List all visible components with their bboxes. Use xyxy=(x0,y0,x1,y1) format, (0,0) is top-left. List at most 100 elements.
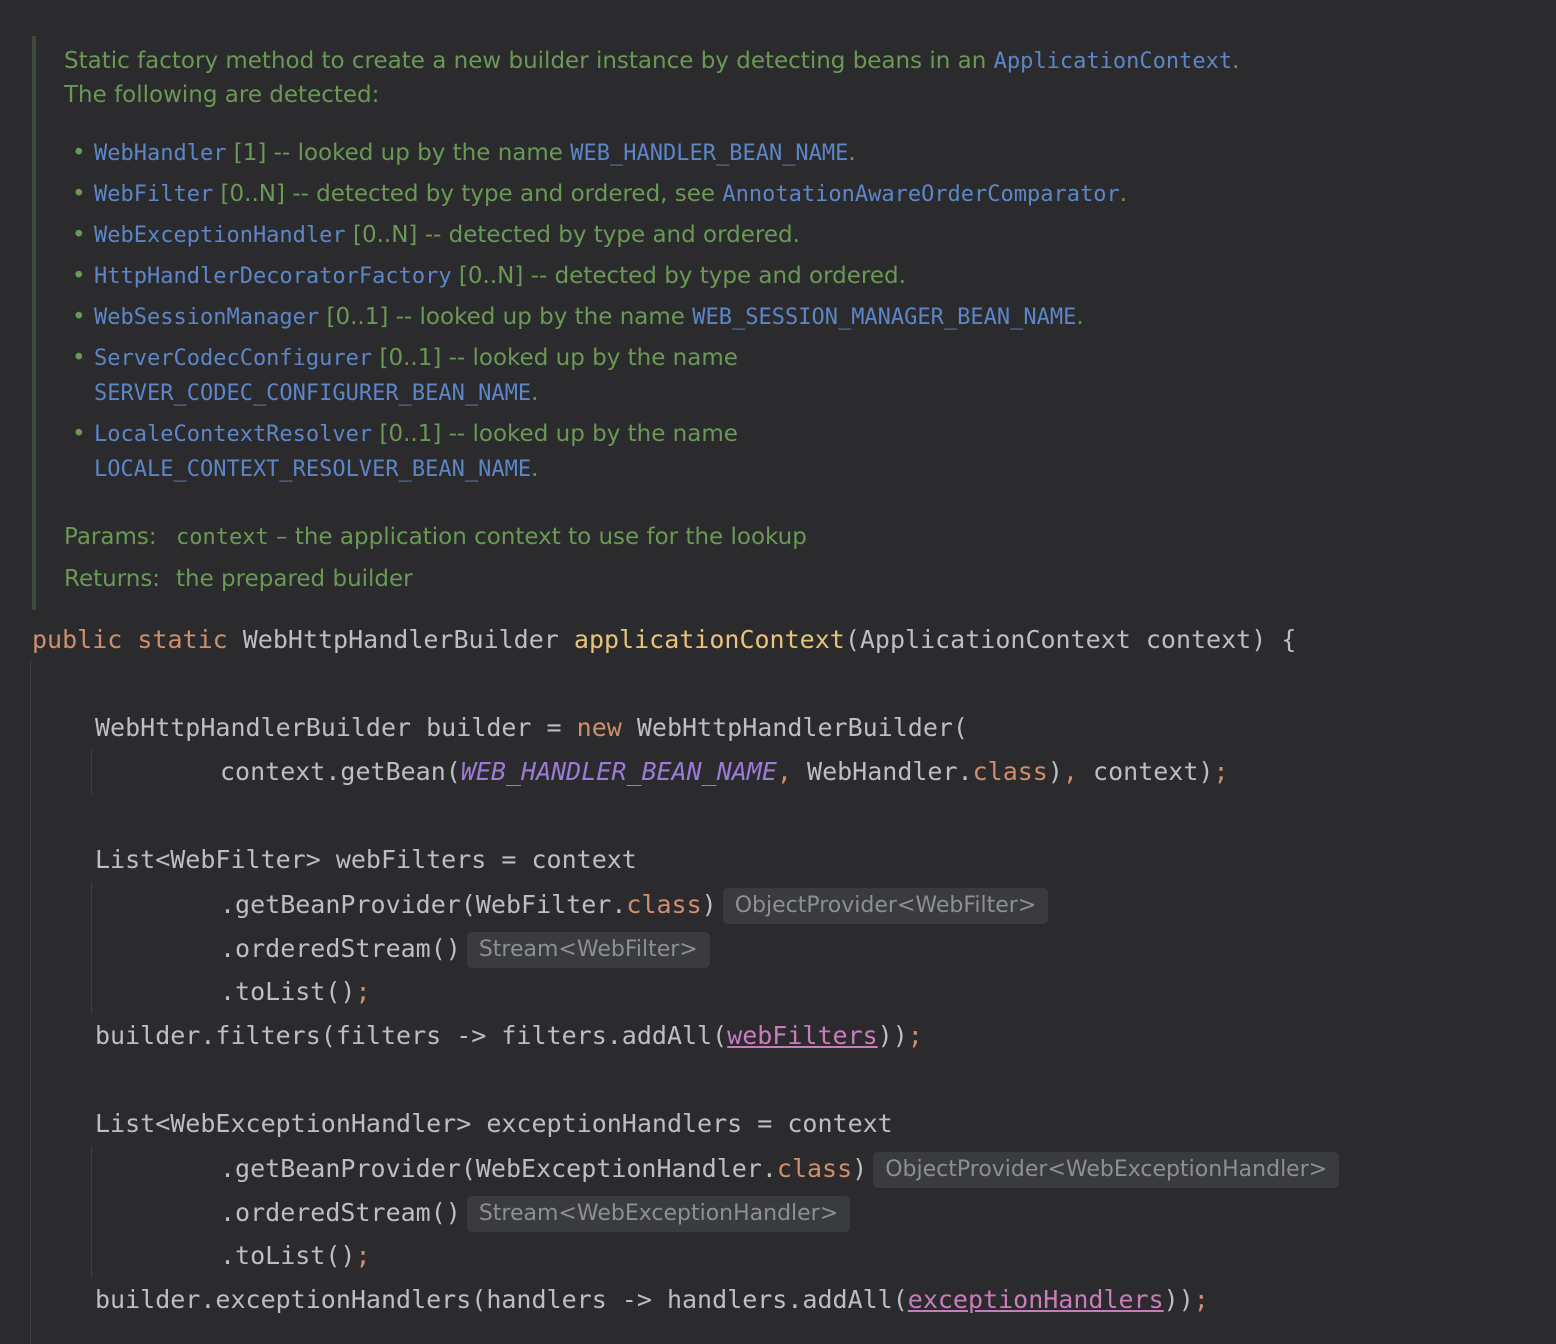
keyword-static: static xyxy=(137,625,228,654)
list-item-text: [0..1] -- looked up by the name xyxy=(372,345,738,371)
code-line[interactable]: builder.exceptionHandlers(handlers -> ha… xyxy=(95,1284,1209,1316)
variable-ref[interactable]: exceptionHandlers xyxy=(908,1285,1164,1314)
code-text: .orderedStream() xyxy=(220,934,461,963)
list-item-end: . xyxy=(531,380,539,406)
keyword-new: new xyxy=(576,713,622,742)
punctuation: ; xyxy=(355,1241,371,1270)
code-text: WebHandler. xyxy=(791,757,973,786)
code-text: context.getBean( xyxy=(220,757,461,786)
variable-ref[interactable]: webFilters xyxy=(727,1021,878,1050)
doc-link[interactable]: AnnotationAwareOrderComparator xyxy=(722,182,1119,207)
doc-link[interactable]: WebSessionManager xyxy=(94,305,319,330)
type-inlay-hint: ObjectProvider<WebFilter> xyxy=(722,888,1049,924)
code-text: WebHttpHandlerBuilder builder = xyxy=(95,713,577,742)
doc-link[interactable]: SERVER_CODEC_CONFIGURER_BEAN_NAME xyxy=(94,381,531,406)
code-text: builder.filters(filters -> filters.addAl… xyxy=(95,1021,728,1050)
list-item-end: . xyxy=(848,140,856,166)
type-inlay-hint: Stream<WebFilter> xyxy=(466,932,710,968)
constant-ref: WEB_HANDLER_BEAN_NAME xyxy=(460,757,777,786)
indent-guide xyxy=(91,882,92,1014)
doc-link[interactable]: ServerCodecConfigurer xyxy=(94,346,372,371)
method-params: (ApplicationContext context) { xyxy=(844,625,1297,654)
code-line[interactable]: .getBeanProvider(WebExceptionHandler.cla… xyxy=(220,1152,1340,1188)
doc-link[interactable]: WebExceptionHandler xyxy=(94,223,346,248)
code-text: .getBeanProvider(WebExceptionHandler. xyxy=(220,1154,777,1183)
doc-intro-text: Static factory method to create a new bu… xyxy=(64,48,994,74)
indent-guide xyxy=(91,750,92,794)
indent-guide xyxy=(30,660,31,1344)
keyword-public: public xyxy=(32,625,123,654)
code-line[interactable]: WebHttpHandlerBuilder builder = new WebH… xyxy=(95,712,968,744)
indent-guide xyxy=(91,1146,92,1278)
keyword-class: class xyxy=(776,1154,853,1183)
code-text: WebHttpHandlerBuilder( xyxy=(621,713,968,742)
code-text: )) xyxy=(1163,1285,1194,1314)
code-line[interactable]: .getBeanProvider(WebFilter.class) ObjectP… xyxy=(220,888,1049,924)
punctuation: , xyxy=(776,757,792,786)
code-editor[interactable]: Static factory method to create a new bu… xyxy=(0,0,1556,1344)
return-type: WebHttpHandlerBuilder xyxy=(242,625,559,654)
rendered-doc-comment: Static factory method to create a new bu… xyxy=(32,36,1436,610)
list-item-text: [0..N] -- detected by type and ordered, … xyxy=(213,181,723,207)
list-item-text: [0..N] -- detected by type and ordered. xyxy=(345,222,800,248)
list-item-end: . xyxy=(1076,304,1084,330)
list-item-text: [0..1] -- looked up by the name xyxy=(372,421,738,447)
doc-detected-list: • WebHandler [1] -- looked up by the name… xyxy=(72,136,1127,493)
code-text: .orderedStream() xyxy=(220,1198,461,1227)
list-item: • LocaleContextResolver [0..1] -- looked … xyxy=(72,421,738,482)
code-text: ) xyxy=(852,1154,868,1183)
doc-link[interactable]: HttpHandlerDecoratorFactory xyxy=(94,264,452,289)
punctuation: , xyxy=(1062,757,1078,786)
doc-intro-period: . xyxy=(1232,48,1240,74)
doc-link[interactable]: WebHandler xyxy=(94,141,226,166)
code-line[interactable]: List<WebFilter> webFilters = context xyxy=(95,844,637,876)
doc-intro-line-2: The following are detected: xyxy=(64,82,380,108)
code-line[interactable]: .toList(); xyxy=(220,1240,371,1272)
doc-param-name: context xyxy=(176,525,269,550)
code-line[interactable]: .orderedStream() Stream<WebFilter> xyxy=(220,932,710,968)
doc-returns-label: Returns: xyxy=(64,566,161,592)
doc-link[interactable]: LOCALE_CONTEXT_RESOLVER_BEAN_NAME xyxy=(94,457,531,482)
code-line[interactable]: .toList(); xyxy=(220,976,371,1008)
punctuation: ; xyxy=(1213,757,1229,786)
type-inlay-hint: ObjectProvider<WebExceptionHandler> xyxy=(873,1152,1340,1188)
code-text: context) xyxy=(1077,757,1214,786)
code-line[interactable]: context.getBean(WEB_HANDLER_BEAN_NAME, W… xyxy=(220,756,1229,788)
keyword-class: class xyxy=(626,890,702,919)
doc-intro-line-1: Static factory method to create a new bu… xyxy=(64,44,1239,79)
doc-link[interactable]: WEB_HANDLER_BEAN_NAME xyxy=(570,141,848,166)
list-item-end: . xyxy=(1119,181,1128,207)
list-item-text: [0..1] -- looked up by the name xyxy=(319,304,693,330)
list-item: • WebExceptionHandler [0..N] -- detected … xyxy=(72,222,800,248)
doc-params-label: Params: xyxy=(64,524,157,550)
list-item-text: [1] -- looked up by the name xyxy=(226,140,571,166)
code-line[interactable]: .orderedStream() Stream<WebExceptionHandl… xyxy=(220,1196,851,1232)
doc-link[interactable]: LocaleContextResolver xyxy=(94,422,372,447)
method-name: applicationContext xyxy=(573,625,845,654)
list-item: • HttpHandlerDecoratorFactory [0..N] -- d… xyxy=(72,263,906,289)
code-text: )) xyxy=(877,1021,908,1050)
list-item-text: [0..N] -- detected by type and ordered. xyxy=(451,263,906,289)
doc-returns-desc: the prepared builder xyxy=(176,566,413,592)
doc-link[interactable]: WebFilter xyxy=(94,182,213,207)
doc-link-applicationcontext[interactable]: ApplicationContext xyxy=(994,49,1232,74)
punctuation: ; xyxy=(907,1021,923,1050)
code-text: ) xyxy=(1047,757,1063,786)
code-line[interactable]: builder.filters(filters -> filters.addAl… xyxy=(95,1020,923,1052)
code-text: ) xyxy=(701,890,717,919)
doc-params-row: Params: context – the application context… xyxy=(64,524,807,550)
doc-param-desc: – the application context to use for the… xyxy=(268,524,807,550)
list-item: • WebFilter [0..N] -- detected by type an… xyxy=(72,181,1128,207)
code-text: .toList() xyxy=(220,977,356,1006)
punctuation: ; xyxy=(355,977,371,1006)
code-text: builder.exceptionHandlers(handlers -> ha… xyxy=(95,1285,908,1314)
list-item: • ServerCodecConfigurer [0..1] -- looked … xyxy=(72,345,738,406)
punctuation: ; xyxy=(1193,1285,1209,1314)
code-line[interactable]: List<WebExceptionHandler> exceptionHandl… xyxy=(95,1108,893,1140)
doc-link[interactable]: WEB_SESSION_MANAGER_BEAN_NAME xyxy=(692,305,1076,330)
type-inlay-hint: Stream<WebExceptionHandler> xyxy=(466,1196,851,1232)
code-line-signature[interactable]: public static WebHttpHandlerBuilder appl… xyxy=(32,624,1296,656)
list-item: • WebSessionManager [0..1] -- looked up b… xyxy=(72,304,1084,330)
code-text: .toList() xyxy=(220,1241,356,1270)
list-item-end: . xyxy=(531,456,539,482)
